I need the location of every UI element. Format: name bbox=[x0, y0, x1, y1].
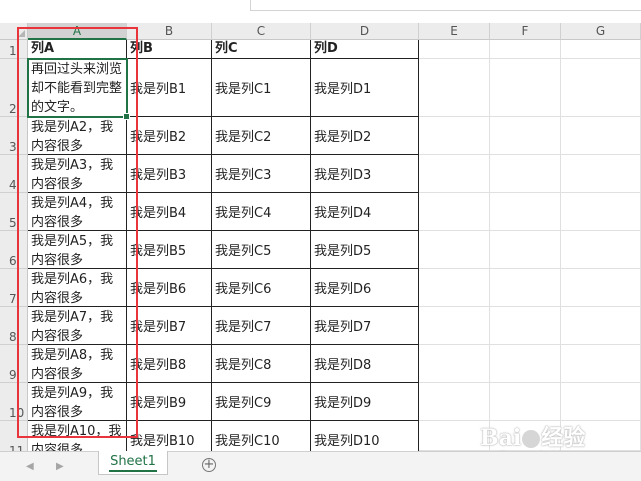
cell-b5[interactable]: 我是列B4 bbox=[127, 193, 212, 231]
empty-cell[interactable] bbox=[561, 307, 641, 345]
row-header-2[interactable]: 2 bbox=[0, 59, 28, 117]
cell-b2[interactable]: 我是列B1 bbox=[127, 59, 212, 117]
row-header-10[interactable]: 10 bbox=[0, 383, 28, 421]
cell-d9[interactable]: 我是列D8 bbox=[311, 345, 419, 383]
row-header-4[interactable]: 4 bbox=[0, 155, 28, 193]
column-header-b[interactable]: B bbox=[127, 23, 212, 40]
empty-cell[interactable] bbox=[490, 155, 561, 193]
cell-c2[interactable]: 我是列C1 bbox=[212, 59, 311, 117]
empty-cell[interactable] bbox=[419, 193, 490, 231]
row-header-7[interactable]: 7 bbox=[0, 269, 28, 307]
empty-cell[interactable] bbox=[561, 155, 641, 193]
row-header-6[interactable]: 6 bbox=[0, 231, 28, 269]
cell-c9[interactable]: 我是列C8 bbox=[212, 345, 311, 383]
empty-cell[interactable] bbox=[419, 269, 490, 307]
empty-cell[interactable] bbox=[419, 40, 490, 59]
cell-a3[interactable]: 我是列A2，我内容很多 bbox=[28, 117, 127, 155]
empty-cell[interactable] bbox=[561, 193, 641, 231]
empty-cell[interactable] bbox=[561, 231, 641, 269]
cell-c8[interactable]: 我是列C7 bbox=[212, 307, 311, 345]
empty-cell[interactable] bbox=[561, 117, 641, 155]
cell-a5[interactable]: 我是列A4，我内容很多 bbox=[28, 193, 127, 231]
cell-b4[interactable]: 我是列B3 bbox=[127, 155, 212, 193]
empty-cell[interactable] bbox=[561, 269, 641, 307]
empty-cell[interactable] bbox=[419, 307, 490, 345]
cell-d1[interactable]: 列D bbox=[311, 40, 419, 59]
empty-cell[interactable] bbox=[490, 421, 561, 451]
cell-a1[interactable]: 列A bbox=[28, 40, 127, 59]
cell-d6[interactable]: 我是列D5 bbox=[311, 231, 419, 269]
column-header-d[interactable]: D bbox=[311, 23, 419, 40]
cell-c1[interactable]: 列C bbox=[212, 40, 311, 59]
cell-a8[interactable]: 我是列A7，我内容很多 bbox=[28, 307, 127, 345]
empty-cell[interactable] bbox=[419, 59, 490, 117]
formula-bar-area bbox=[0, 0, 641, 11]
cell-c6[interactable]: 我是列C5 bbox=[212, 231, 311, 269]
cell-a10[interactable]: 我是列A9，我内容很多 bbox=[28, 383, 127, 421]
select-all-corner[interactable] bbox=[0, 23, 28, 40]
triangle-right-icon[interactable]: ▶ bbox=[56, 461, 64, 472]
cell-a2[interactable]: 再回过头来浏览却不能看到完整的文字。 bbox=[28, 59, 127, 117]
column-header-a[interactable]: A bbox=[28, 23, 127, 40]
cell-b3[interactable]: 我是列B2 bbox=[127, 117, 212, 155]
triangle-left-icon[interactable]: ◀ bbox=[26, 461, 34, 472]
column-header-f[interactable]: F bbox=[490, 23, 561, 40]
empty-cell[interactable] bbox=[561, 59, 641, 117]
cell-d7[interactable]: 我是列D6 bbox=[311, 269, 419, 307]
empty-cell[interactable] bbox=[561, 40, 641, 59]
cell-c10[interactable]: 我是列C9 bbox=[212, 383, 311, 421]
cell-d8[interactable]: 我是列D7 bbox=[311, 307, 419, 345]
empty-cell[interactable] bbox=[419, 155, 490, 193]
cell-c4[interactable]: 我是列C3 bbox=[212, 155, 311, 193]
empty-cell[interactable] bbox=[419, 117, 490, 155]
sheet-tab-bar: ◀ ▶ Sheet1 + bbox=[0, 451, 641, 481]
empty-cell[interactable] bbox=[561, 345, 641, 383]
cell-c5[interactable]: 我是列C4 bbox=[212, 193, 311, 231]
cell-b6[interactable]: 我是列B5 bbox=[127, 231, 212, 269]
cell-b7[interactable]: 我是列B6 bbox=[127, 269, 212, 307]
formula-bar-input[interactable] bbox=[250, 0, 641, 11]
cell-a7[interactable]: 我是列A6，我内容很多 bbox=[28, 269, 127, 307]
empty-cell[interactable] bbox=[561, 421, 641, 451]
empty-cell[interactable] bbox=[490, 383, 561, 421]
row-header-8[interactable]: 8 bbox=[0, 307, 28, 345]
empty-cell[interactable] bbox=[490, 307, 561, 345]
plus-circle-icon[interactable]: + bbox=[202, 458, 216, 472]
empty-cell[interactable] bbox=[561, 383, 641, 421]
empty-cell[interactable] bbox=[490, 269, 561, 307]
empty-cell[interactable] bbox=[419, 421, 490, 451]
cell-d10[interactable]: 我是列D9 bbox=[311, 383, 419, 421]
empty-cell[interactable] bbox=[490, 193, 561, 231]
column-header-e[interactable]: E bbox=[419, 23, 490, 40]
empty-cell[interactable] bbox=[490, 117, 561, 155]
empty-cell[interactable] bbox=[419, 345, 490, 383]
spreadsheet: A B C D E F G 1 2 3 4 5 6 7 8 9 10 11 列A… bbox=[0, 0, 641, 481]
cell-c3[interactable]: 我是列C2 bbox=[212, 117, 311, 155]
empty-cell[interactable] bbox=[490, 40, 561, 59]
cell-a4[interactable]: 我是列A3，我内容很多 bbox=[28, 155, 127, 193]
cell-a9[interactable]: 我是列A8，我内容很多 bbox=[28, 345, 127, 383]
empty-cell[interactable] bbox=[490, 59, 561, 117]
column-header-c[interactable]: C bbox=[212, 23, 311, 40]
empty-cell[interactable] bbox=[419, 231, 490, 269]
cell-b9[interactable]: 我是列B8 bbox=[127, 345, 212, 383]
cell-d3[interactable]: 我是列D2 bbox=[311, 117, 419, 155]
cell-b8[interactable]: 我是列B7 bbox=[127, 307, 212, 345]
tab-sheet1[interactable]: Sheet1 bbox=[98, 451, 168, 475]
empty-cell[interactable] bbox=[419, 383, 490, 421]
cell-b1[interactable]: 列B bbox=[127, 40, 212, 59]
cell-d5[interactable]: 我是列D4 bbox=[311, 193, 419, 231]
cell-d4[interactable]: 我是列D3 bbox=[311, 155, 419, 193]
empty-cell[interactable] bbox=[490, 345, 561, 383]
cell-a6[interactable]: 我是列A5，我内容很多 bbox=[28, 231, 127, 269]
row-header-5[interactable]: 5 bbox=[0, 193, 28, 231]
cell-d2[interactable]: 我是列D1 bbox=[311, 59, 419, 117]
empty-cell[interactable] bbox=[490, 231, 561, 269]
row-header-9[interactable]: 9 bbox=[0, 345, 28, 383]
cell-b10[interactable]: 我是列B9 bbox=[127, 383, 212, 421]
column-header-g[interactable]: G bbox=[561, 23, 641, 40]
cell-c7[interactable]: 我是列C6 bbox=[212, 269, 311, 307]
row-header-3[interactable]: 3 bbox=[0, 117, 28, 155]
row-header-1[interactable]: 1 bbox=[0, 40, 28, 59]
